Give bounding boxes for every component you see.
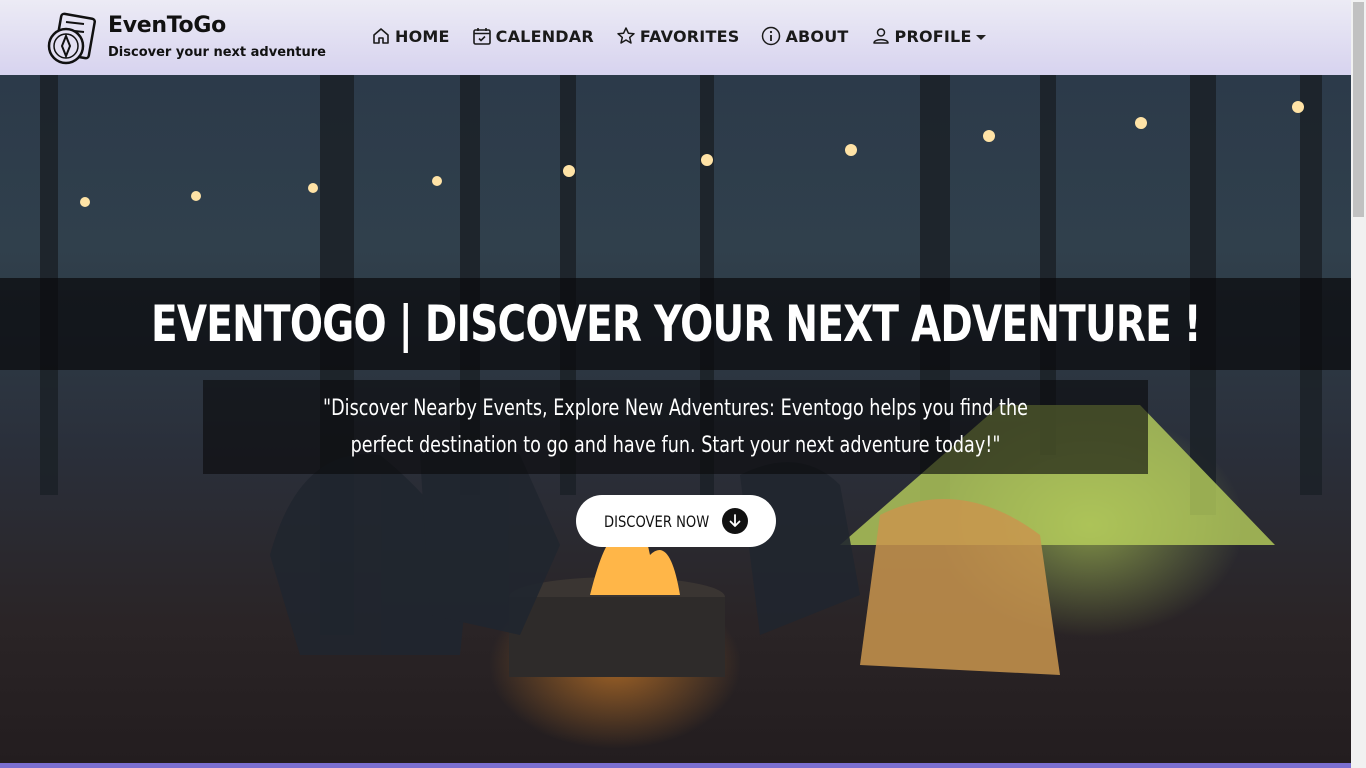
top-navbar: EvenToGo Discover your next adventure HO… [0,0,1351,75]
brand-name: EvenToGo [108,13,226,38]
star-icon [617,27,635,44]
nav-calendar[interactable]: CALENDAR [472,26,594,46]
home-icon [373,28,389,44]
arrow-down-circle-icon [722,508,748,534]
hero-title-banner: EVENTOGO | DISCOVER YOUR NEXT ADVENTURE … [0,278,1351,370]
nav-profile-dropdown[interactable]: PROFILE [871,26,986,46]
scrollbar-thumb[interactable] [1353,2,1364,217]
nav-about-label: ABOUT [785,26,849,46]
nav-favorites-label: FAVORITES [639,26,740,46]
hero-title: EVENTOGO | DISCOVER YOUR NEXT ADVENTURE … [150,295,1202,353]
hero-subtitle: "Discover Nearby Events, Explore New Adv… [323,396,1028,458]
nav-home[interactable]: HOME [371,26,450,46]
vertical-scrollbar[interactable] [1351,0,1366,768]
brand[interactable]: EvenToGo Discover your next adventure [44,12,326,68]
section-divider [0,763,1351,768]
nav-calendar-label: CALENDAR [495,26,594,46]
info-icon [762,26,781,46]
discover-now-button[interactable]: DISCOVER NOW [576,495,776,547]
user-icon [872,28,889,44]
nav-profile-label: PROFILE [894,26,972,46]
nav-favorites[interactable]: FAVORITES [616,26,740,46]
calendar-icon [472,28,491,45]
hero-section: EVENTOGO | DISCOVER YOUR NEXT ADVENTURE … [0,75,1351,763]
nav-about[interactable]: ABOUT [761,26,848,46]
brand-tagline: Discover your next adventure [108,45,326,60]
discover-now-label: DISCOVER NOW [604,511,710,531]
nav-home-label: HOME [395,26,450,46]
caret-down-icon [975,34,986,40]
compass-map-logo-icon [47,12,96,65]
hero-subtitle-box: "Discover Nearby Events, Explore New Adv… [203,380,1148,474]
main-nav: HOME CALENDAR FAVORITES ABOUT PROFILE [371,22,1008,50]
